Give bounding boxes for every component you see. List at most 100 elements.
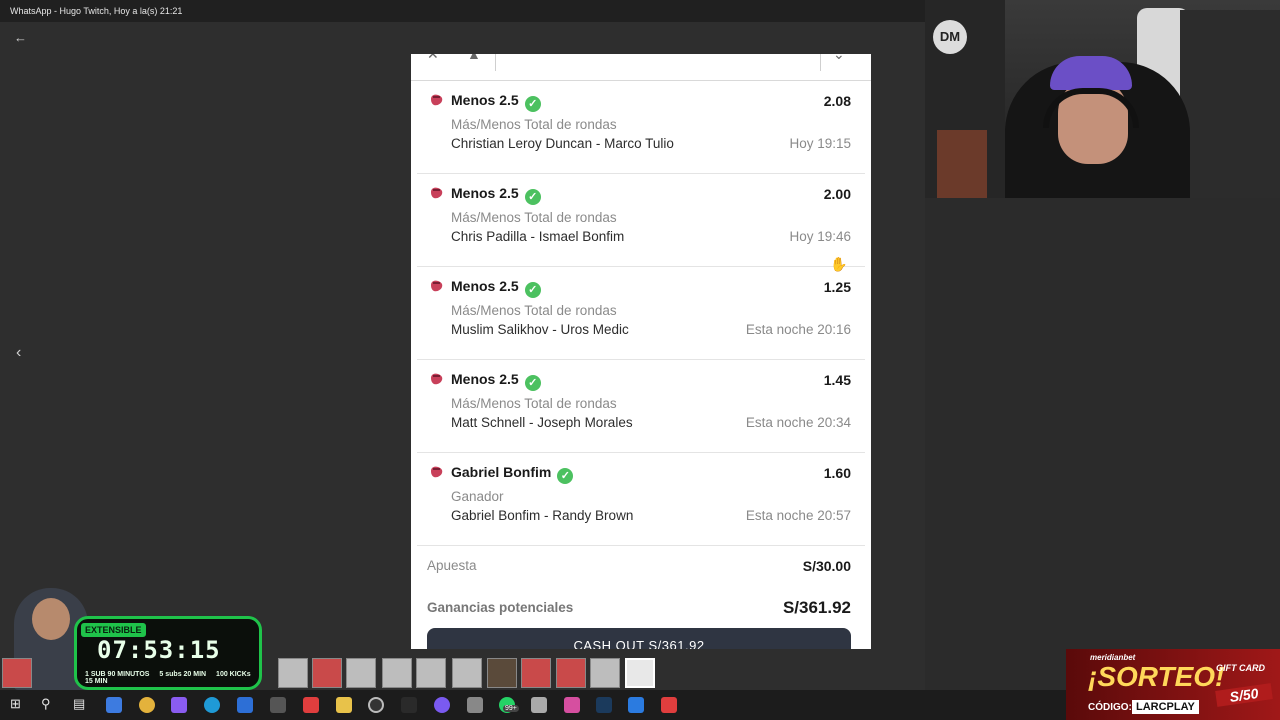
- potential-winnings-label: Ganancias potenciales: [427, 600, 574, 615]
- app-icon[interactable]: [628, 697, 644, 713]
- webcam-overlay: DM: [925, 0, 1280, 198]
- bet-selection[interactable]: Menos 2.5 ✓ 2.08 Más/Menos Total de rondas C…: [417, 81, 865, 174]
- mma-glove-icon: [431, 187, 443, 199]
- notification-badge: 99+: [503, 705, 519, 712]
- discord-icon[interactable]: [434, 697, 450, 713]
- promo-code: LARCPLAY: [1132, 700, 1199, 714]
- stake-value: S/30.00: [802, 558, 851, 574]
- stake-label: Apuesta: [427, 558, 477, 573]
- channel-logo: DM: [933, 20, 967, 54]
- window-title-bar: WhatsApp - Hugo Twitch, Hoy a la(s) 21:2…: [0, 0, 925, 22]
- chrome-icon[interactable]: [139, 697, 155, 713]
- window-thumbnail[interactable]: [452, 658, 482, 688]
- check-circle-icon: ✓: [524, 375, 541, 391]
- window-thumbnails: [0, 656, 660, 690]
- edge-icon[interactable]: [204, 697, 220, 713]
- chevron-left-icon[interactable]: ‹: [16, 344, 21, 362]
- mma-glove-icon: [431, 466, 443, 478]
- bet-selection[interactable]: Menos 2.5 ✓ 2.00 Más/Menos Total de rondas C…: [417, 174, 865, 267]
- potential-winnings-value: S/361.92: [782, 598, 851, 617]
- room-cabinet: [937, 130, 987, 198]
- header-divider: [495, 54, 496, 71]
- folder-icon[interactable]: [336, 697, 352, 713]
- avatar-face: [32, 598, 70, 640]
- arrow-left-icon[interactable]: ←: [14, 30, 27, 45]
- window-thumbnail[interactable]: [346, 658, 376, 688]
- bet-selection[interactable]: Menos 2.5 ✓ 1.45 Más/Menos Total de rondas M…: [417, 360, 865, 453]
- selection-match: Muslim Salikhov - Uros Medic: [451, 322, 629, 337]
- check-circle-icon: ✓: [524, 282, 541, 298]
- search-icon[interactable]: ⚲: [41, 696, 51, 712]
- task-view-icon[interactable]: ▤: [73, 696, 85, 712]
- cashout-button[interactable]: CASH OUT S/361.92: [427, 628, 851, 649]
- window-thumbnail[interactable]: [416, 658, 446, 688]
- selection-odds: 2.08: [823, 93, 851, 109]
- taskbar: ⊞ ⚲ ▤ 99+: [0, 690, 1066, 720]
- window-title: WhatsApp - Hugo Twitch, Hoy a la(s) 21:2…: [10, 6, 183, 16]
- selection-time: Esta noche 20:57: [745, 508, 851, 523]
- promo-banner: meridianbet ¡SORTEO! CÓDIGO: LARCPLAY GI…: [1066, 649, 1280, 720]
- close-icon[interactable]: ✕: [427, 54, 439, 63]
- chevron-down-icon[interactable]: ⌄: [833, 54, 845, 63]
- steam-icon[interactable]: [596, 697, 612, 713]
- promo-headline: ¡SORTEO!: [1088, 661, 1225, 692]
- app-icon[interactable]: [270, 697, 286, 713]
- promo-code-label: CÓDIGO:: [1088, 702, 1132, 713]
- app-icon[interactable]: [661, 697, 677, 713]
- window-thumbnail[interactable]: [521, 658, 551, 688]
- selection-match: Gabriel Bonfim - Randy Brown: [451, 508, 634, 523]
- selection-market: Menos 2.5 ✓: [451, 92, 541, 112]
- copilot-icon[interactable]: [171, 697, 187, 713]
- selection-match: Chris Padilla - Ismael Bonfim: [451, 229, 625, 244]
- bet-selection[interactable]: Gabriel Bonfim ✓ 1.60 Ganador Gabriel Bonfim…: [417, 453, 865, 546]
- check-circle-icon: ✓: [524, 96, 541, 112]
- obs-icon[interactable]: [368, 697, 384, 713]
- window-thumbnail[interactable]: [278, 658, 308, 688]
- selection-bet-type: Más/Menos Total de rondas: [451, 303, 617, 318]
- window-thumbnail[interactable]: [590, 658, 620, 688]
- bet-selection[interactable]: Menos 2.5 ✓ 1.25 Más/Menos Total de rondas M…: [417, 267, 865, 360]
- selection-bet-type: Más/Menos Total de rondas: [451, 396, 617, 411]
- window-thumbnail-active[interactable]: [625, 658, 655, 688]
- bell-icon[interactable]: ▲: [467, 54, 481, 62]
- bet-slip: ✕ ▲ ⌄ Menos 2.5 ✓ 2.08 Más/Menos Total de r…: [411, 54, 871, 649]
- selection-time: Esta noche 20:34: [745, 415, 851, 430]
- selection-time: Esta noche 20:16: [745, 322, 851, 337]
- window-thumbnail[interactable]: [487, 658, 517, 688]
- selection-match: Matt Schnell - Joseph Morales: [451, 415, 633, 430]
- windows-start-icon[interactable]: ⊞: [10, 696, 21, 712]
- selection-odds: 1.25: [823, 279, 851, 295]
- check-circle-icon: ✓: [524, 189, 541, 205]
- bet-slip-header: ✕ ▲ ⌄: [411, 54, 871, 81]
- window-thumbnail[interactable]: [556, 658, 586, 688]
- selection-market: Menos 2.5 ✓: [451, 278, 541, 298]
- timer-tag: EXTENSIBLE: [81, 623, 146, 637]
- window-thumbnail[interactable]: [2, 658, 32, 688]
- check-circle-icon: ✓: [557, 468, 574, 484]
- app-icon[interactable]: [564, 697, 580, 713]
- app-icon[interactable]: [401, 697, 417, 713]
- header-divider: [820, 54, 821, 71]
- calculator-icon[interactable]: [531, 697, 547, 713]
- selection-list: Menos 2.5 ✓ 2.08 Más/Menos Total de rondas C…: [411, 81, 871, 546]
- store-icon[interactable]: [106, 697, 122, 713]
- potential-winnings-row: Ganancias potenciales S/361.92: [417, 588, 865, 630]
- selection-odds: 1.60: [823, 465, 851, 481]
- app-icon[interactable]: [467, 697, 483, 713]
- selection-market: Menos 2.5 ✓: [451, 371, 541, 391]
- selection-bet-type: Más/Menos Total de rondas: [451, 117, 617, 132]
- selection-market: Menos 2.5 ✓: [451, 185, 541, 205]
- app-icon[interactable]: [303, 697, 319, 713]
- selection-bet-type: Más/Menos Total de rondas: [451, 210, 617, 225]
- selection-odds: 1.45: [823, 372, 851, 388]
- selection-bet-type: Ganador: [451, 489, 504, 504]
- mma-glove-icon: [431, 94, 443, 106]
- mma-glove-icon: [431, 373, 443, 385]
- outlook-icon[interactable]: [237, 697, 253, 713]
- selection-time: Hoy 19:15: [789, 136, 851, 151]
- selection-market: Gabriel Bonfim ✓: [451, 464, 574, 484]
- selection-time: Hoy 19:46: [789, 229, 851, 244]
- window-thumbnail[interactable]: [312, 658, 342, 688]
- stake-row: Apuesta S/30.00: [417, 546, 865, 588]
- window-thumbnail[interactable]: [382, 658, 412, 688]
